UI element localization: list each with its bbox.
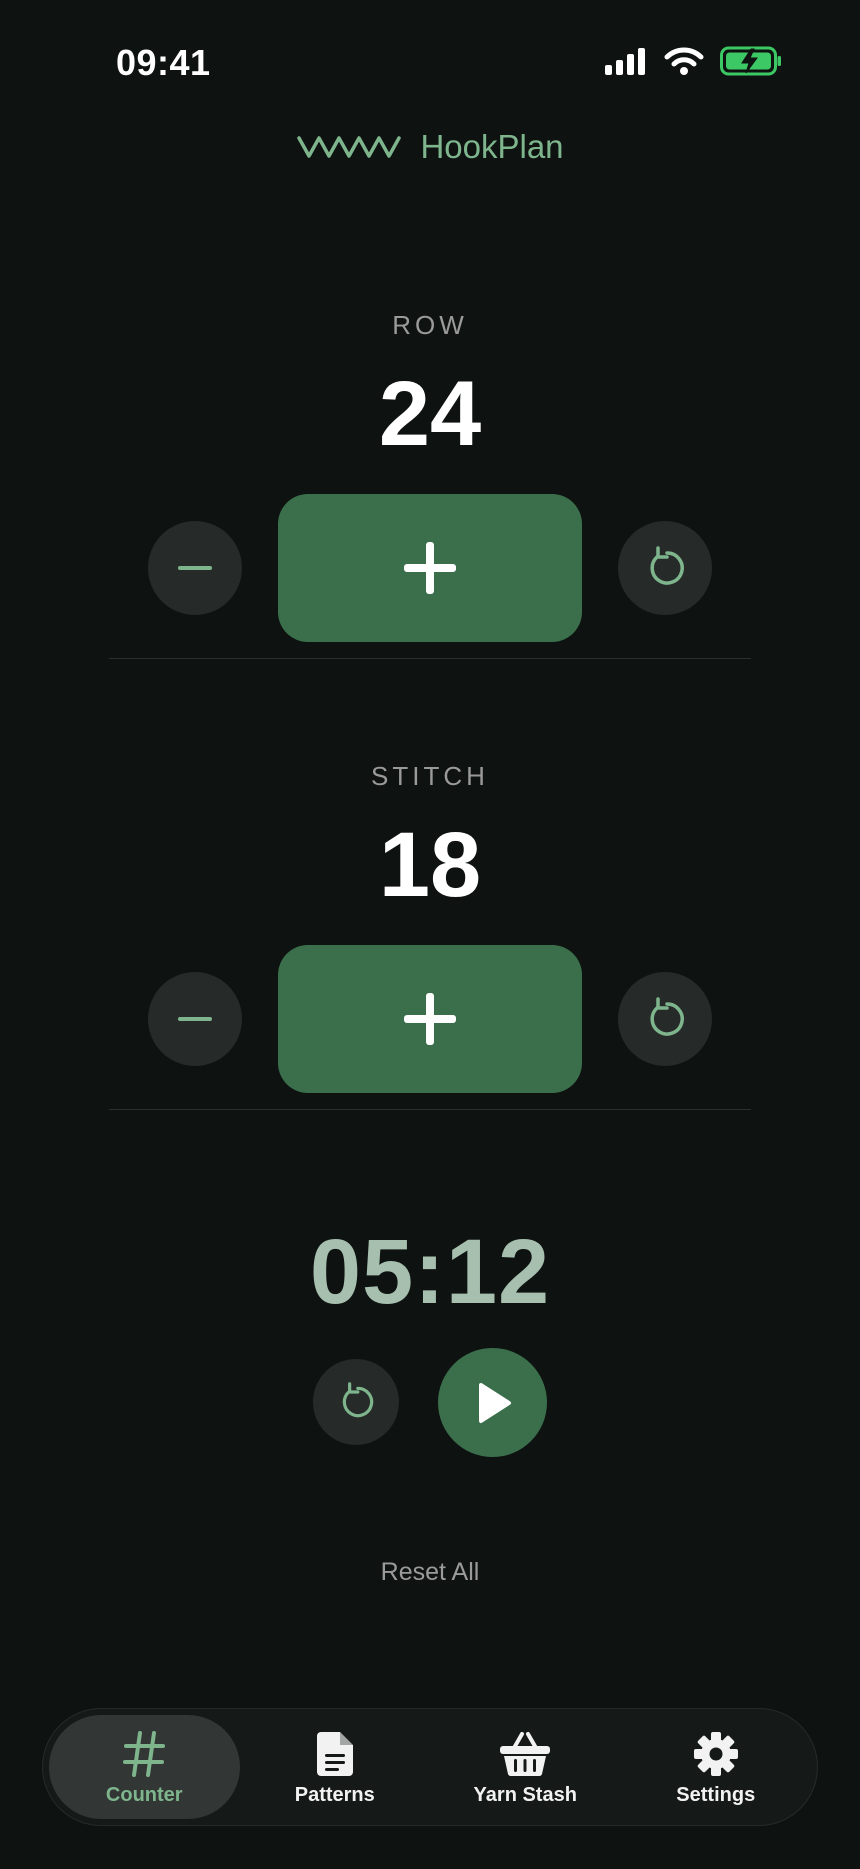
status-bar: 09:41 xyxy=(0,0,860,120)
wifi-icon xyxy=(664,47,704,75)
tab-label: Patterns xyxy=(294,1783,375,1806)
status-icons xyxy=(604,46,782,76)
hash-icon xyxy=(123,1730,166,1777)
status-time: 09:41 xyxy=(116,42,211,83)
timer-value: 05:12 xyxy=(309,1221,551,1323)
minus-icon xyxy=(178,566,212,570)
document-icon xyxy=(316,1731,353,1776)
tab-settings[interactable]: Settings xyxy=(621,1715,812,1819)
row-increment-button[interactable] xyxy=(278,494,582,642)
stitch-increment-button[interactable] xyxy=(278,945,582,1093)
row-label: ROW xyxy=(392,310,468,340)
battery-charging-icon xyxy=(720,46,781,76)
tab-yarn-stash[interactable]: Yarn Stash xyxy=(430,1715,621,1819)
tab-label: Yarn Stash xyxy=(473,1783,577,1806)
stitch-value: 18 xyxy=(378,814,482,916)
gear-icon xyxy=(693,1731,738,1776)
app-header: HookPlan xyxy=(0,128,860,166)
zigzag-stitch-icon xyxy=(297,136,402,158)
cellular-signal-icon xyxy=(605,48,645,75)
row-decrement-button[interactable] xyxy=(148,521,242,615)
stitch-reset-button[interactable] xyxy=(618,972,712,1066)
row-reset-button[interactable] xyxy=(618,521,712,615)
stitch-label: STITCH xyxy=(371,761,489,791)
tab-label: Counter xyxy=(105,1783,183,1806)
basket-icon xyxy=(500,1731,551,1776)
tab-patterns[interactable]: Patterns xyxy=(240,1715,431,1819)
reset-icon xyxy=(650,997,684,1036)
tab-counter[interactable]: Counter xyxy=(49,1715,240,1819)
plus-icon xyxy=(404,993,456,1045)
app-title: HookPlan xyxy=(420,128,564,165)
divider xyxy=(109,1109,751,1110)
minus-icon xyxy=(178,1017,212,1021)
row-value: 24 xyxy=(378,363,482,465)
reset-icon xyxy=(342,1382,374,1418)
timer-reset-button[interactable] xyxy=(313,1359,399,1445)
timer-play-button[interactable] xyxy=(438,1348,547,1457)
play-icon xyxy=(478,1382,511,1423)
plus-icon xyxy=(404,542,456,594)
reset-icon xyxy=(650,546,684,585)
tab-label: Settings xyxy=(676,1783,756,1806)
tab-bar: Counter Patterns Yarn Stash Settings xyxy=(42,1708,818,1826)
reset-all-button[interactable]: Reset All xyxy=(0,1558,860,1587)
divider xyxy=(109,658,751,659)
stitch-decrement-button[interactable] xyxy=(148,972,242,1066)
